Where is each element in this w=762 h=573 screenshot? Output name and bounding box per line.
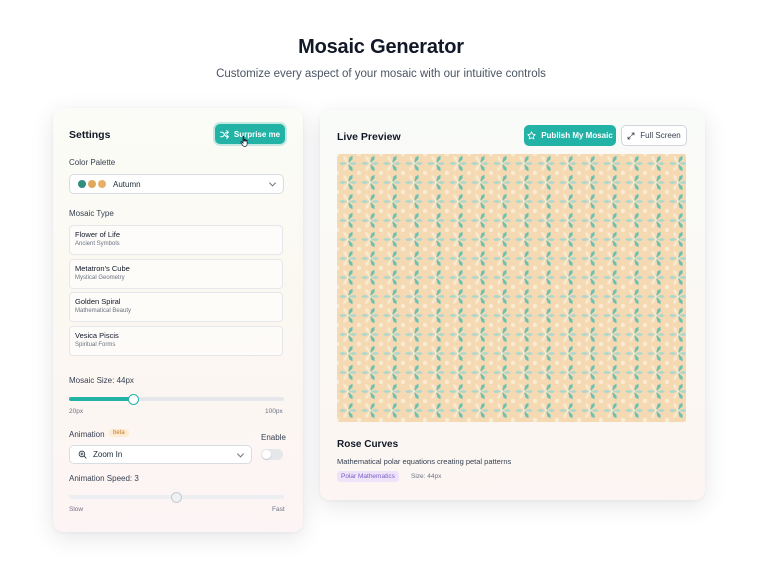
chevron-down-icon (268, 179, 277, 187)
mosaic-type-item[interactable]: Flower of Life Ancient Symbols (69, 225, 283, 255)
color-palette-label: Color Palette (69, 158, 116, 167)
shuffle-icon (219, 129, 229, 139)
star-icon (527, 131, 536, 140)
size-tag: Size: 44px (411, 473, 442, 480)
mosaic-size-min: 20px (69, 408, 84, 415)
enable-label: Enable (261, 433, 286, 442)
palette-swatch-3 (98, 180, 106, 188)
animation-label: Animation (69, 430, 105, 439)
full-screen-label: Full Screen (640, 131, 681, 140)
zoom-icon (78, 450, 87, 459)
mosaic-type-name: Flower of Life (75, 230, 121, 239)
page-subtitle: Customize every aspect of your mosaic wi… (216, 68, 546, 80)
mosaic-type-sub: Spiritual Forms (75, 341, 116, 348)
animation-speed-label: Animation Speed: 3 (69, 474, 139, 483)
settings-title: Settings (69, 129, 111, 141)
animation-value: Zoom In (93, 450, 123, 459)
mosaic-type-label: Mosaic Type (69, 209, 114, 218)
mosaic-size-fill (69, 397, 134, 401)
publish-mosaic-button[interactable]: Publish My Mosaic (524, 125, 616, 146)
mosaic-type-item[interactable]: Vesica Piscis Spiritual Forms (69, 325, 283, 356)
color-palette-select[interactable]: Autumn (69, 174, 284, 194)
mosaic-size-max: 100px (265, 408, 283, 415)
mosaic-type-name: Vesica Piscis (75, 330, 119, 340)
mosaic-type-list[interactable]: Flower of Life Ancient Symbols Metatron'… (69, 225, 283, 359)
animation-select[interactable]: Zoom In (69, 445, 252, 464)
expand-icon (627, 132, 635, 140)
mosaic-type-name: Metatron's Cube (75, 263, 130, 273)
live-preview-title: Live Preview (337, 131, 401, 143)
mosaic-type-item[interactable]: Golden Spiral Mathematical Beauty (69, 292, 283, 322)
preview-panel: Live Preview Publish My Mosaic Full Scre… (320, 110, 705, 500)
color-palette-value: Autumn (113, 179, 141, 189)
pattern-name: Rose Curves (337, 439, 399, 450)
surprise-me-button[interactable]: Surprise me (215, 124, 285, 144)
mosaic-type-name: Golden Spiral (75, 297, 121, 306)
animation-speed-slider[interactable] (69, 491, 284, 503)
toggle-knob (262, 450, 271, 459)
mosaic-type-sub: Mathematical Beauty (75, 308, 132, 314)
mosaic-type-sub: Mystical Geometry (75, 274, 125, 281)
settings-panel: Settings Surprise me Color Palette Autum… (53, 108, 303, 532)
mosaic-size-thumb[interactable] (128, 393, 139, 405)
mosaic-size-slider[interactable] (69, 393, 284, 405)
palette-swatch-1 (78, 180, 86, 188)
animation-enable-toggle[interactable] (261, 449, 283, 460)
beta-badge: beta (109, 429, 129, 437)
cursor-icon (240, 135, 250, 147)
chevron-down-icon (236, 449, 245, 458)
animation-speed-min: Slow (69, 506, 84, 513)
animation-speed-max: Fast (272, 506, 285, 513)
animation-speed-thumb[interactable] (171, 491, 182, 503)
mosaic-pattern (337, 154, 686, 422)
palette-swatch-2 (88, 180, 96, 188)
mosaic-type-item[interactable]: Metatron's Cube Mystical Geometry (69, 258, 283, 289)
publish-mosaic-label: Publish My Mosaic (541, 131, 613, 140)
mosaic-type-sub: Ancient Symbols (75, 241, 120, 247)
mosaic-size-label: Mosaic Size: 44px (69, 376, 134, 385)
mosaic-canvas (337, 154, 686, 422)
page-title: Mosaic Generator (298, 36, 464, 58)
category-tag: Polar Mathematics (337, 471, 399, 482)
full-screen-button[interactable]: Full Screen (621, 125, 687, 146)
pattern-description: Mathematical polar equations creating pe… (337, 457, 512, 466)
